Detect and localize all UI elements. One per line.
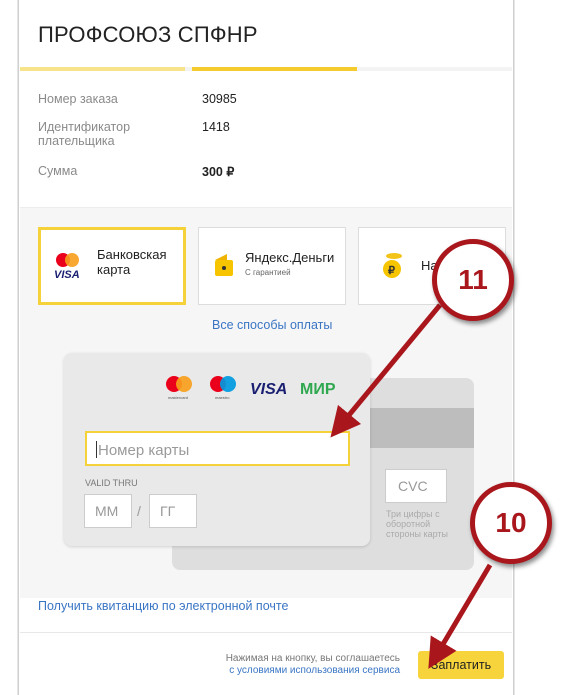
arrow-10 [428, 563, 493, 669]
callout-11-number: 11 [458, 264, 488, 295]
arrow-11 [330, 303, 442, 438]
annotation-arrows [330, 303, 493, 669]
callout-11: 11 [432, 239, 514, 321]
callout-10: 10 [470, 482, 552, 564]
callout-10-number: 10 [495, 507, 527, 538]
